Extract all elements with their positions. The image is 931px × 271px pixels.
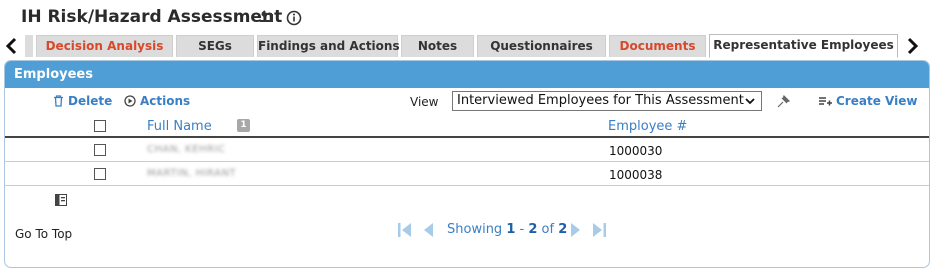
range-start: 1 xyxy=(506,222,516,237)
page-title: IH Risk/Hazard Assessment xyxy=(21,7,283,27)
tab-representative-employees[interactable]: Representative Employees xyxy=(709,34,898,58)
panel-title: Employees xyxy=(5,61,929,88)
range-end: 2 xyxy=(528,222,538,237)
tab-questionnaires[interactable]: Questionnaires xyxy=(477,35,606,57)
grid-header-row: Full Name 1 Employee # xyxy=(5,114,929,138)
column-header-full-name[interactable]: Full Name xyxy=(147,119,212,134)
actions-button[interactable]: Actions xyxy=(124,94,190,108)
sort-order-badge: 1 xyxy=(237,119,250,132)
tab-documents[interactable]: Documents xyxy=(609,35,706,57)
chevron-down-icon xyxy=(745,98,755,105)
select-all-checkbox[interactable] xyxy=(94,120,106,132)
prev-page-icon[interactable] xyxy=(421,221,435,239)
view-label: View xyxy=(410,95,439,109)
tab-overflow-edge xyxy=(25,35,33,57)
first-page-icon[interactable] xyxy=(397,221,413,239)
create-view-button[interactable]: Create View xyxy=(819,94,917,108)
full-name-cell[interactable]: MARTIN, HIRANT xyxy=(147,168,236,179)
actions-label: Actions xyxy=(140,94,191,108)
total-count: 2 xyxy=(558,222,568,237)
view-select[interactable]: Interviewed Employees for This Assessmen… xyxy=(452,91,762,111)
list-add-icon xyxy=(819,97,832,106)
grid-toolbar: Delete Actions View Interviewed Employee… xyxy=(5,88,929,114)
tab-decision-analysis[interactable]: Decision Analysis xyxy=(36,35,173,57)
employees-grid: Full Name 1 Employee # CHAN, KEHRIC 1000… xyxy=(5,114,929,186)
employees-panel: Employees Delete Actions View Interviewe… xyxy=(4,60,930,268)
go-to-top-link[interactable]: Go To Top xyxy=(15,227,72,241)
range-separator: - xyxy=(519,222,525,237)
table-row[interactable]: CHAN, KEHRIC 1000030 xyxy=(5,138,929,162)
tab-bar: Decision Analysis SEGs Findings and Acti… xyxy=(0,34,931,58)
employee-number-cell: 1000030 xyxy=(609,144,663,158)
pagination-status: Showing 1 - 2 of 2 xyxy=(447,222,567,237)
tab-segs[interactable]: SEGs xyxy=(176,35,254,57)
showing-prefix: Showing xyxy=(447,222,503,237)
full-name-cell[interactable]: CHAN, KEHRIC xyxy=(147,144,225,155)
trash-icon xyxy=(54,95,63,107)
tab-findings-and-actions[interactable]: Findings and Actions xyxy=(257,35,400,57)
create-view-label: Create View xyxy=(836,94,918,108)
column-chooser-icon[interactable] xyxy=(55,194,67,206)
view-select-value: Interviewed Employees for This Assessmen… xyxy=(457,93,744,108)
undo-arrow-icon[interactable] xyxy=(256,10,276,26)
page-header: IH Risk/Hazard Assessment xyxy=(0,0,931,34)
of-text: of xyxy=(541,222,555,237)
table-row[interactable]: MARTIN, HIRANT 1000038 xyxy=(5,162,929,186)
last-page-icon[interactable] xyxy=(591,221,607,239)
row-checkbox[interactable] xyxy=(94,168,106,180)
employee-number-cell: 1000038 xyxy=(609,168,663,182)
info-circle-icon[interactable] xyxy=(286,10,302,26)
tab-notes[interactable]: Notes xyxy=(401,35,474,57)
delete-label: Delete xyxy=(68,94,113,108)
play-circle-icon xyxy=(124,95,136,107)
delete-button[interactable]: Delete xyxy=(53,94,112,108)
column-header-employee-number[interactable]: Employee # xyxy=(608,119,687,134)
row-checkbox[interactable] xyxy=(94,144,106,156)
pin-icon[interactable] xyxy=(776,94,792,108)
chevron-right-icon[interactable] xyxy=(902,35,922,57)
chevron-left-icon[interactable] xyxy=(2,35,22,57)
next-page-icon[interactable] xyxy=(569,221,583,239)
